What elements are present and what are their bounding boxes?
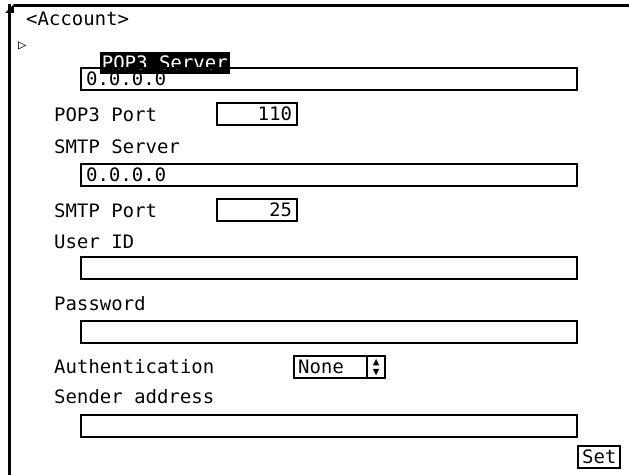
screen-title: <Account> bbox=[26, 8, 129, 30]
frame-corner-mark bbox=[5, 4, 14, 13]
frame-left-border bbox=[8, 4, 11, 475]
pop3-port-label: POP3 Port bbox=[54, 104, 157, 126]
smtp-server-label: SMTP Server bbox=[54, 136, 180, 158]
triangle-right-icon: ▷ bbox=[18, 37, 27, 53]
password-label: Password bbox=[54, 293, 146, 315]
sender-address-label: Sender address bbox=[54, 386, 215, 408]
authentication-label: Authentication bbox=[54, 356, 215, 378]
password-input[interactable] bbox=[80, 320, 578, 344]
sender-address-input[interactable] bbox=[80, 414, 578, 438]
up-down-arrows-icon[interactable]: ▲ ▼ bbox=[366, 356, 384, 377]
frame-top-border bbox=[14, 4, 629, 7]
user-id-input[interactable] bbox=[80, 256, 578, 280]
pop3-port-input[interactable]: 110 bbox=[216, 102, 298, 126]
pop3-server-input[interactable]: 0.0.0.0 bbox=[80, 67, 578, 91]
authentication-select[interactable]: None ▲ ▼ bbox=[293, 355, 386, 379]
smtp-server-input[interactable]: 0.0.0.0 bbox=[80, 163, 578, 187]
smtp-port-input[interactable]: 25 bbox=[216, 198, 298, 222]
account-settings-screen: <Account> ▷ POP3 Server 0.0.0.0 POP3 Por… bbox=[0, 0, 629, 475]
set-button[interactable]: Set bbox=[577, 445, 622, 469]
authentication-value: None bbox=[298, 356, 344, 378]
smtp-port-label: SMTP Port bbox=[54, 200, 157, 222]
user-id-label: User ID bbox=[54, 231, 135, 253]
